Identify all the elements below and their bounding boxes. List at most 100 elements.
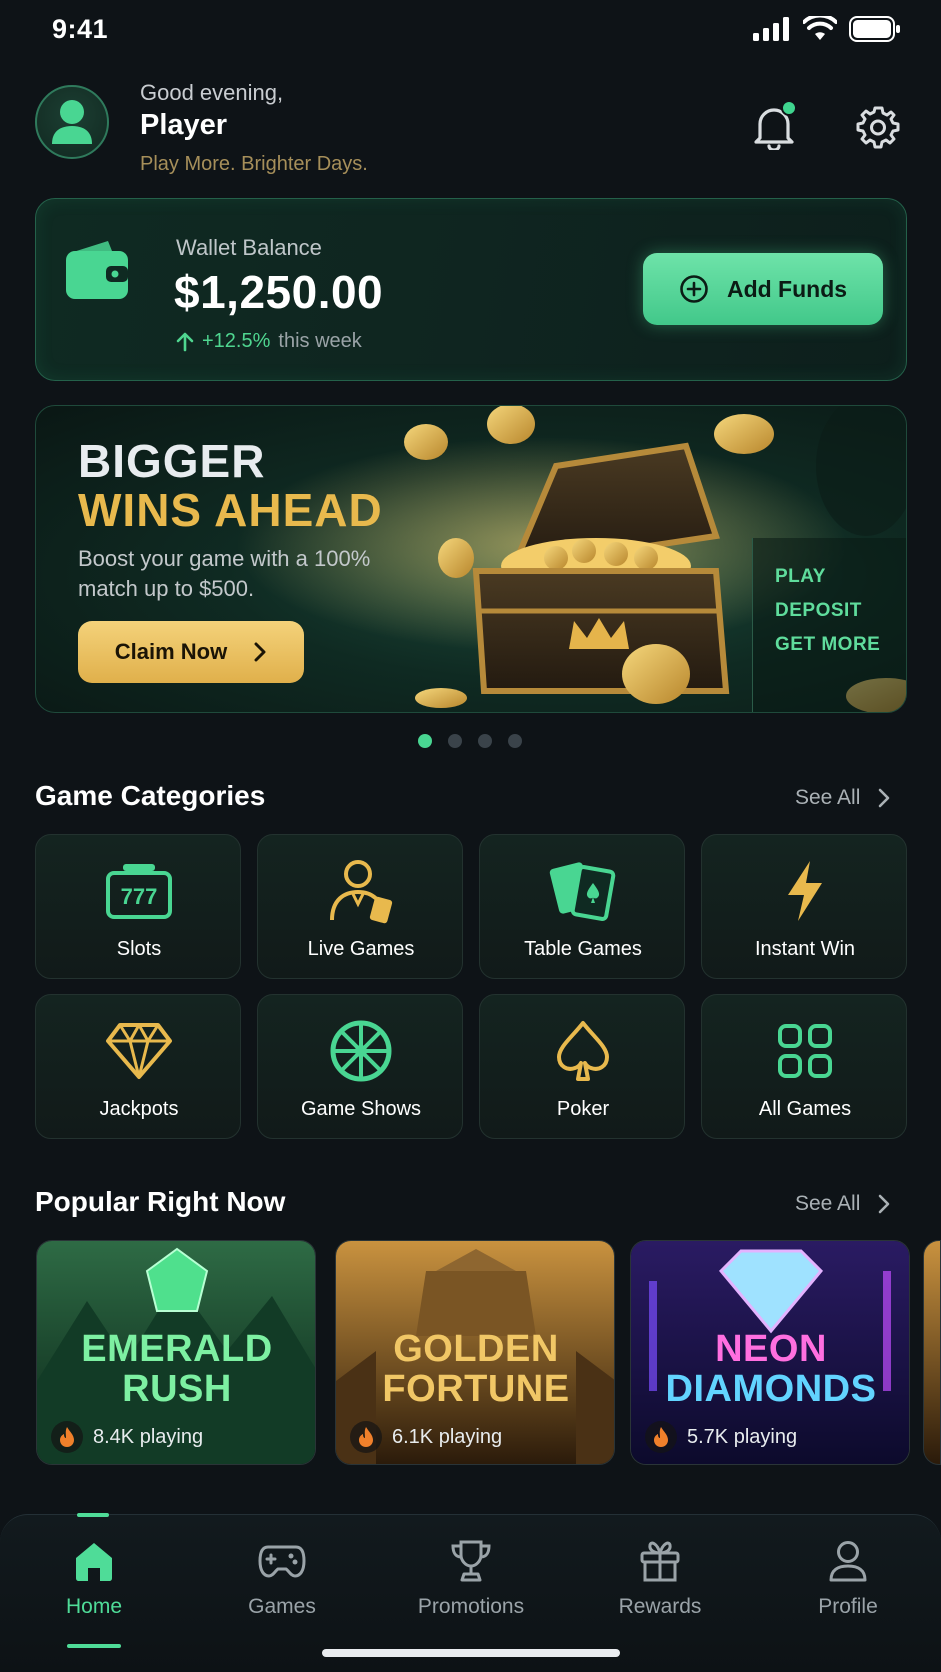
nav-label: Rewards [618,1595,702,1618]
gift-icon [640,1541,680,1582]
home-icon [76,1543,112,1581]
wallet-card: Wallet Balance $1,250.00 +12.5% this wee… [35,198,907,381]
category-label: Game Shows [300,1098,422,1120]
carousel-dot[interactable] [478,734,492,748]
nav-home[interactable]: Home [9,1537,179,1648]
gear-icon [856,106,900,149]
category-label: Slots [116,938,162,960]
game-card-emerald-rush[interactable]: EMERALD RUSH 8.4K playing [36,1240,316,1465]
avatar[interactable] [35,85,109,159]
game-title-line2: DIAMONDS [665,1368,877,1410]
wallet-label: Wallet Balance [176,235,322,260]
category-label: Poker [556,1098,610,1120]
nav-label: Profile [818,1595,878,1618]
categories-title: Game Categories [35,780,266,811]
game-card-partial[interactable] [923,1240,941,1465]
settings-button[interactable] [856,105,900,154]
game-title-line2: RUSH [122,1368,232,1410]
spade-icon [557,1021,609,1081]
notification-dot [781,100,797,116]
flame-icon [60,1427,74,1447]
wallet-change-percent: +12.5% [202,330,271,352]
category-label: Instant Win [754,938,856,960]
wallet-balance: $1,250.00 [174,266,384,318]
category-game-shows[interactable]: Game Shows [257,994,463,1139]
promo-title-line2: WINS AHEAD [78,484,383,536]
wallet-change: +12.5% this week [176,330,362,353]
player-name: Player [140,109,228,141]
category-instant-win[interactable]: Instant Win [701,834,907,979]
nav-label: Promotions [417,1595,525,1618]
lightning-icon [788,861,822,921]
wallet-icon [66,241,128,299]
status-bar: 9:41 [0,0,941,60]
nav-label: Home [65,1595,123,1618]
popular-see-all[interactable]: See All [795,1192,890,1216]
nav-promotions[interactable]: Promotions [386,1537,556,1619]
category-table-games[interactable]: Table Games [479,834,685,979]
playing-count: 6.1K playing [392,1425,503,1448]
categories-see-all[interactable]: See All [795,786,890,810]
add-funds-button[interactable]: Add Funds [643,253,883,325]
promo-side-get-more: GET MORE [775,634,881,655]
grid-icon [778,1024,832,1078]
promo-side-deposit: DEPOSIT [775,600,862,621]
nav-label: Games [248,1595,316,1618]
status-icons [753,16,901,42]
promo-banner[interactable]: BIGGER WINS AHEAD Boost your game with a… [35,405,907,713]
popular-title: Popular Right Now [35,1186,286,1217]
playing-count: 5.7K playing [687,1425,798,1448]
status-time: 9:41 [52,14,109,44]
nav-games[interactable]: Games [197,1537,367,1619]
gamepad-icon [258,1545,306,1578]
live-dealer-icon [330,860,393,924]
game-title-line1: GOLDEN [393,1328,559,1370]
promo-side-play: PLAY [775,566,826,587]
nav-active-indicator [77,1513,109,1517]
category-label: Table Games [524,938,642,960]
see-all-label: See All [795,1192,861,1215]
category-poker[interactable]: Poker [479,994,685,1139]
playing-cards-icon [549,862,616,921]
chevron-right-icon [879,788,890,808]
tagline: Play More. Brighter Days. [140,153,368,175]
nav-rewards[interactable]: Rewards [575,1537,745,1619]
category-jackpots[interactable]: Jackpots [35,994,241,1139]
playing-count: 8.4K playing [93,1425,204,1448]
game-title-line1: NEON [715,1328,827,1370]
see-all-label: See All [795,786,861,809]
chevron-right-icon [879,1194,890,1214]
category-label: All Games [758,1098,852,1120]
carousel-dot[interactable] [448,734,462,748]
category-slots[interactable]: 777 Slots [35,834,241,979]
carousel-dot[interactable] [418,734,432,748]
game-card-golden-fortune[interactable]: GOLDEN FORTUNE 6.1K playing [335,1240,615,1465]
wheel-icon [330,1020,392,1082]
trophy-icon [451,1540,491,1582]
add-funds-label: Add Funds [726,275,848,302]
user-icon [52,100,92,144]
category-all-games[interactable]: All Games [701,994,907,1139]
battery-icon [849,16,900,42]
flame-icon [359,1427,373,1447]
game-playing: 8.4K playing [51,1421,203,1453]
cellular-signal-icon [753,17,789,41]
claim-now-label: Claim Now [114,639,228,664]
carousel-dot[interactable] [508,734,522,748]
promo-description: Boost your game with a 100% match up to … [78,546,371,601]
carousel-dots [418,734,522,748]
plus-circle-icon [680,275,708,303]
game-title-line1: EMERALD [81,1328,273,1370]
claim-now-button[interactable]: Claim Now [78,621,304,683]
game-card-neon-diamonds[interactable]: NEON DIAMONDS 5.7K playing [630,1240,910,1465]
slot-machine-icon: 777 [106,864,172,919]
nav-underline [67,1644,121,1648]
promo-title-line1: BIGGER [78,435,266,487]
game-playing: 5.7K playing [645,1421,797,1453]
flame-icon [654,1427,668,1447]
promo-side-panel: PLAY DEPOSIT GET MORE [752,538,906,712]
wallet-change-suffix: this week [278,330,362,352]
nav-profile[interactable]: Profile [763,1537,933,1619]
category-live-games[interactable]: Live Games [257,834,463,979]
greeting-text: Good evening, [140,80,284,105]
